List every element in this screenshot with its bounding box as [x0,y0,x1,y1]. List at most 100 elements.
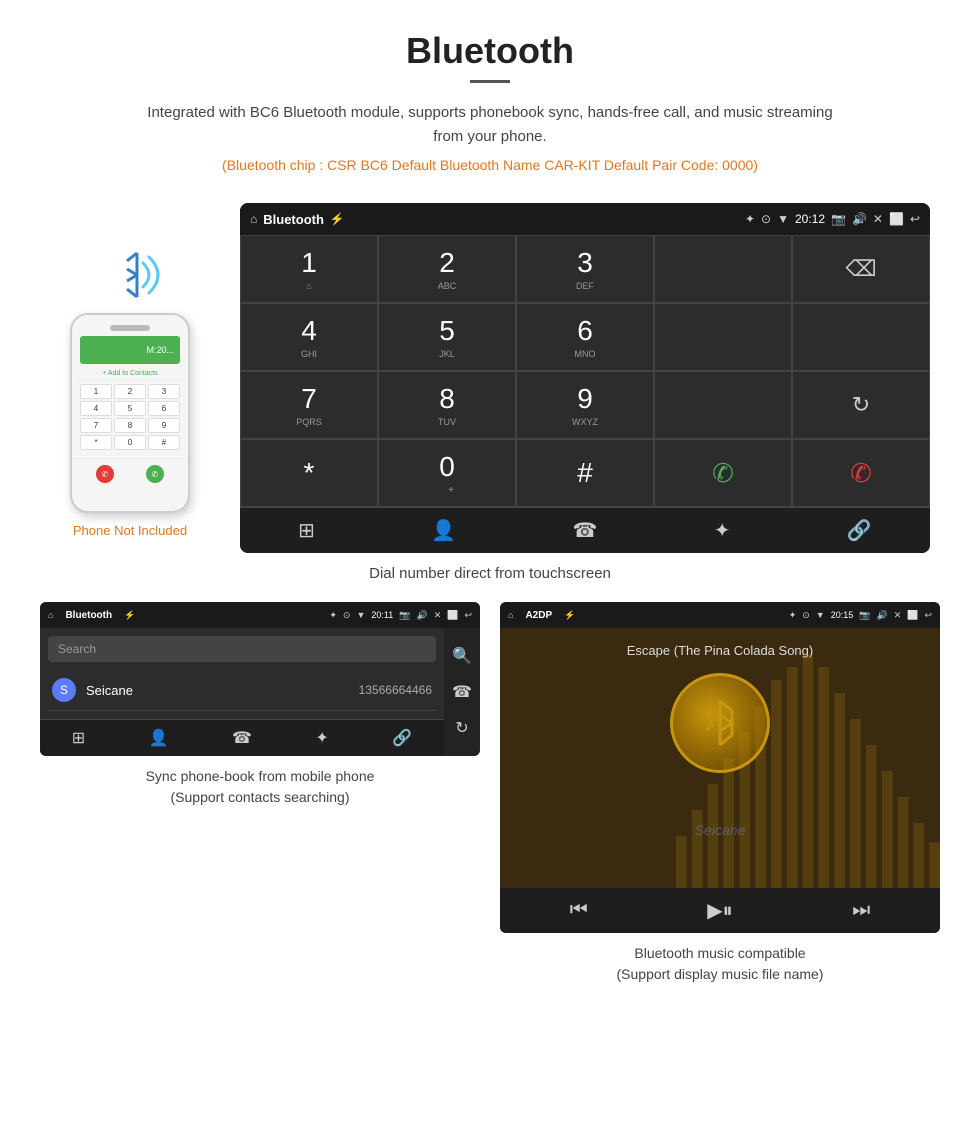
pb-time: 20:11 [371,610,393,620]
dialer-status-bar: ⌂ Bluetooth ⚡ ✦ ⊙ ▼ 20:12 📷 🔊 ✕ ⬜ ↩ [240,203,930,235]
phone-mockup: M:20... + Add to Contacts 1 2 3 4 5 6 7 … [70,313,190,513]
dial-key-7[interactable]: 7 PQRS [240,371,378,439]
prev-track-icon[interactable]: ⏮ [570,899,588,922]
next-track-icon[interactable]: ⏭ [852,899,870,922]
dialer-bluetooth-icon[interactable]: ✦ [714,518,731,543]
music-screen-wrap: ⌂ A2DP ⚡ ✦ ⊙ ▼ 20:15 📷 🔊 ✕ ⬜ ↩ [500,602,940,985]
pb-cam-icon[interactable]: 📷 [399,610,410,621]
dial-refresh[interactable]: ↻ [792,371,930,439]
pb-search-side-icon[interactable]: 🔍 [452,646,472,666]
search-placeholder: Search [58,642,96,656]
music-close-icon[interactable]: ✕ [894,610,902,621]
pb-nav-grid[interactable]: ⊞ [72,728,85,748]
dial-key-0[interactable]: 0 + [378,439,516,507]
pb-home-icon[interactable]: ⌂ [48,610,53,620]
pb-phone-side-icon[interactable]: ☎ [452,682,472,702]
play-pause-icon[interactable]: ▶⏸ [707,898,732,923]
contact-row-seicane[interactable]: S Seicane 13566664466 [48,670,436,711]
bluetooth-specs: (Bluetooth chip : CSR BC6 Default Blueto… [20,157,960,173]
music-controls: ⏮ ▶⏸ ⏭ [500,888,940,933]
phone-speaker [110,325,150,331]
phonebook-search-bar[interactable]: Search [48,636,436,662]
back-icon[interactable]: ↩ [910,212,920,226]
phonebook-side-layout: Search S Seicane 13566664466 ⊞ 👤 ☎ ✦ [40,628,480,756]
music-cam-icon[interactable]: 📷 [859,610,870,621]
location-icon: ⊙ [761,212,771,226]
phone-screen-text: M:20... [146,345,174,355]
dialer-nav: ⊞ 👤 ☎ ✦ 🔗 [240,507,930,553]
pb-refresh-side-icon[interactable]: ↻ [455,718,468,738]
bluetooth-status-icon: ✦ [745,212,755,226]
pb-status-right: ✦ ⊙ ▼ 20:11 📷 🔊 ✕ ⬜ ↩ [329,610,472,621]
dialer-android-screen: ⌂ Bluetooth ⚡ ✦ ⊙ ▼ 20:12 📷 🔊 ✕ ⬜ ↩ 1 [240,203,930,553]
pb-sig-icon: ▼ [356,610,365,620]
dial-empty-2 [654,303,792,371]
contact-name: Seicane [86,683,359,698]
dial-empty-4 [654,371,792,439]
dialer-link-icon[interactable]: 🔗 [847,518,872,543]
dialer-grid-icon[interactable]: ⊞ [298,518,315,543]
music-status-bar: ⌂ A2DP ⚡ ✦ ⊙ ▼ 20:15 📷 🔊 ✕ ⬜ ↩ [500,602,940,628]
close-icon[interactable]: ✕ [873,212,883,226]
dialer-phone-icon[interactable]: ☎ [573,518,598,543]
dial-key-6[interactable]: 6 MNO [516,303,654,371]
dial-call-green[interactable]: ✆ [654,439,792,507]
contact-number: 13566664466 [359,683,432,697]
phone-image-container: M:20... + Add to Contacts 1 2 3 4 5 6 7 … [50,203,210,538]
music-home-icon[interactable]: ⌂ [508,610,513,620]
music-win-icon[interactable]: ⬜ [907,610,918,621]
page-description: Integrated with BC6 Bluetooth module, su… [140,101,840,149]
pb-vol-icon[interactable]: 🔊 [416,610,427,621]
music-vol-icon[interactable]: 🔊 [876,610,887,621]
home-icon[interactable]: ⌂ [250,212,257,226]
phonebook-caption: Sync phone-book from mobile phone (Suppo… [40,766,480,808]
music-back-icon[interactable]: ↩ [924,610,932,621]
dial-key-5[interactable]: 5 JKL [378,303,516,371]
camera-icon[interactable]: 📷 [831,212,846,226]
music-sig-icon: ▼ [816,610,825,620]
pb-nav-bar: ⊞ 👤 ☎ ✦ 🔗 [40,719,444,756]
dial-key-1[interactable]: 1 ⌂ [240,235,378,303]
dial-empty-3 [792,303,930,371]
pb-back-icon[interactable]: ↩ [464,610,472,621]
dial-key-9[interactable]: 9 WXYZ [516,371,654,439]
volume-icon[interactable]: 🔊 [852,212,867,226]
phone-add-contact: + Add to Contacts [76,368,184,380]
music-body: Escape (The Pina Colada Song) ♪ Se [500,628,940,888]
pb-side-icons: 🔍 ☎ ↻ [444,628,480,756]
phonebook-android-screen: ⌂ Bluetooth ⚡ ✦ ⊙ ▼ 20:11 📷 🔊 ✕ ⬜ ↩ [40,602,480,756]
pb-loc-icon: ⊙ [343,610,351,621]
pb-bt-icon: ✦ [329,610,337,621]
pb-nav-bt[interactable]: ✦ [315,728,328,748]
dial-key-3[interactable]: 3 DEF [516,235,654,303]
dial-key-4[interactable]: 4 GHI [240,303,378,371]
dial-key-hash[interactable]: # [516,439,654,507]
pb-nav-phone[interactable]: ☎ [232,728,252,748]
signal-icon: ▼ [777,212,789,226]
window-icon[interactable]: ⬜ [889,212,904,226]
title-divider [470,80,510,83]
pb-nav-contacts[interactable]: 👤 [149,728,169,748]
pb-nav-link[interactable]: 🔗 [392,728,412,748]
dial-call-red[interactable]: ✆ [792,439,930,507]
music-caption: Bluetooth music compatible (Support disp… [500,943,940,985]
contact-letter: S [52,678,76,702]
dialer-contacts-icon[interactable]: 👤 [431,518,456,543]
dial-key-star[interactable]: * [240,439,378,507]
pb-win-icon[interactable]: ⬜ [447,610,458,621]
pb-title: Bluetooth [65,610,112,621]
pb-close-icon[interactable]: ✕ [434,610,442,621]
music-bt-icon: ✦ [789,610,797,621]
status-time: 20:12 [795,212,825,226]
music-time: 20:15 [831,610,854,620]
bottom-screens: ⌂ Bluetooth ⚡ ✦ ⊙ ▼ 20:11 📷 🔊 ✕ ⬜ ↩ [0,602,980,985]
dial-delete[interactable]: ⌫ [792,235,930,303]
dial-key-8[interactable]: 8 TUV [378,371,516,439]
dialer-grid: 1 ⌂ 2 ABC 3 DEF ⌫ [240,235,930,507]
bluetooth-signal-icon [105,243,155,303]
pb-status-left: ⌂ Bluetooth ⚡ [48,610,135,621]
phone-screen: M:20... [80,336,180,364]
dial-key-2[interactable]: 2 ABC [378,235,516,303]
page-header: Bluetooth Integrated with BC6 Bluetooth … [0,0,980,203]
music-android-screen: ⌂ A2DP ⚡ ✦ ⊙ ▼ 20:15 📷 🔊 ✕ ⬜ ↩ [500,602,940,933]
